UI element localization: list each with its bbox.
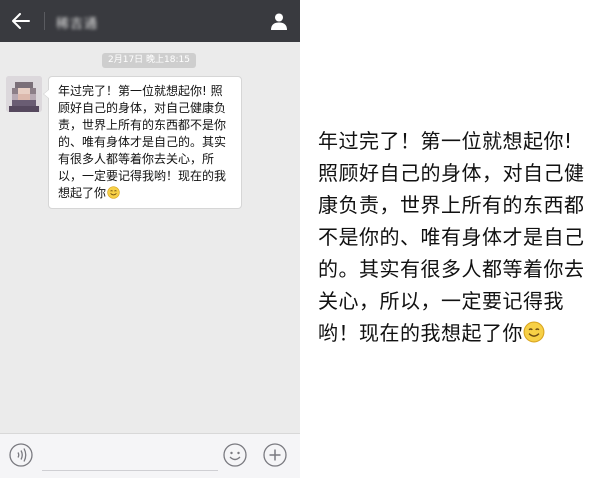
message-text: 年过完了！第一位就想起你! 照顾好自己的身体，对自己健康负责，世界上所有的东西都… bbox=[58, 84, 227, 200]
smiley-icon bbox=[107, 186, 120, 199]
emoji-button[interactable] bbox=[222, 442, 248, 468]
input-bar bbox=[0, 433, 300, 478]
smiley-icon bbox=[523, 321, 545, 343]
message-input[interactable] bbox=[42, 444, 218, 471]
chat-header: 稀吉通 bbox=[0, 0, 300, 42]
more-button[interactable] bbox=[262, 442, 288, 468]
enlarged-message-text: 年过完了！第一位就想起你! 照顾好自己的身体，对自己健康负责，世界上所有的东西都… bbox=[318, 129, 585, 345]
avatar[interactable] bbox=[6, 76, 42, 112]
arrow-left-icon bbox=[12, 13, 30, 29]
message-bubble[interactable]: 年过完了！第一位就想起你! 照顾好自己的身体，对自己健康负责，世界上所有的东西都… bbox=[43, 76, 242, 209]
message-timestamp: 2月17日 晚上18:15 bbox=[102, 53, 196, 68]
chat-screen: 稀吉通 2月17日 晚上18:15 年过完了！第一位就想起你! 照顾好自己的身体… bbox=[0, 0, 300, 478]
person-icon bbox=[271, 13, 287, 30]
voice-button[interactable] bbox=[8, 442, 34, 468]
header-divider bbox=[44, 12, 45, 30]
back-button[interactable] bbox=[4, 4, 38, 38]
emoji-icon bbox=[223, 443, 247, 467]
enlarged-message: 年过完了！第一位就想起你! 照顾好自己的身体，对自己健康负责，世界上所有的东西都… bbox=[318, 125, 586, 349]
plus-icon bbox=[263, 443, 287, 467]
pixelated-avatar-image bbox=[6, 76, 42, 112]
contact-name: 稀吉通 bbox=[56, 17, 99, 32]
profile-button[interactable] bbox=[266, 8, 292, 34]
voice-icon bbox=[9, 443, 33, 467]
